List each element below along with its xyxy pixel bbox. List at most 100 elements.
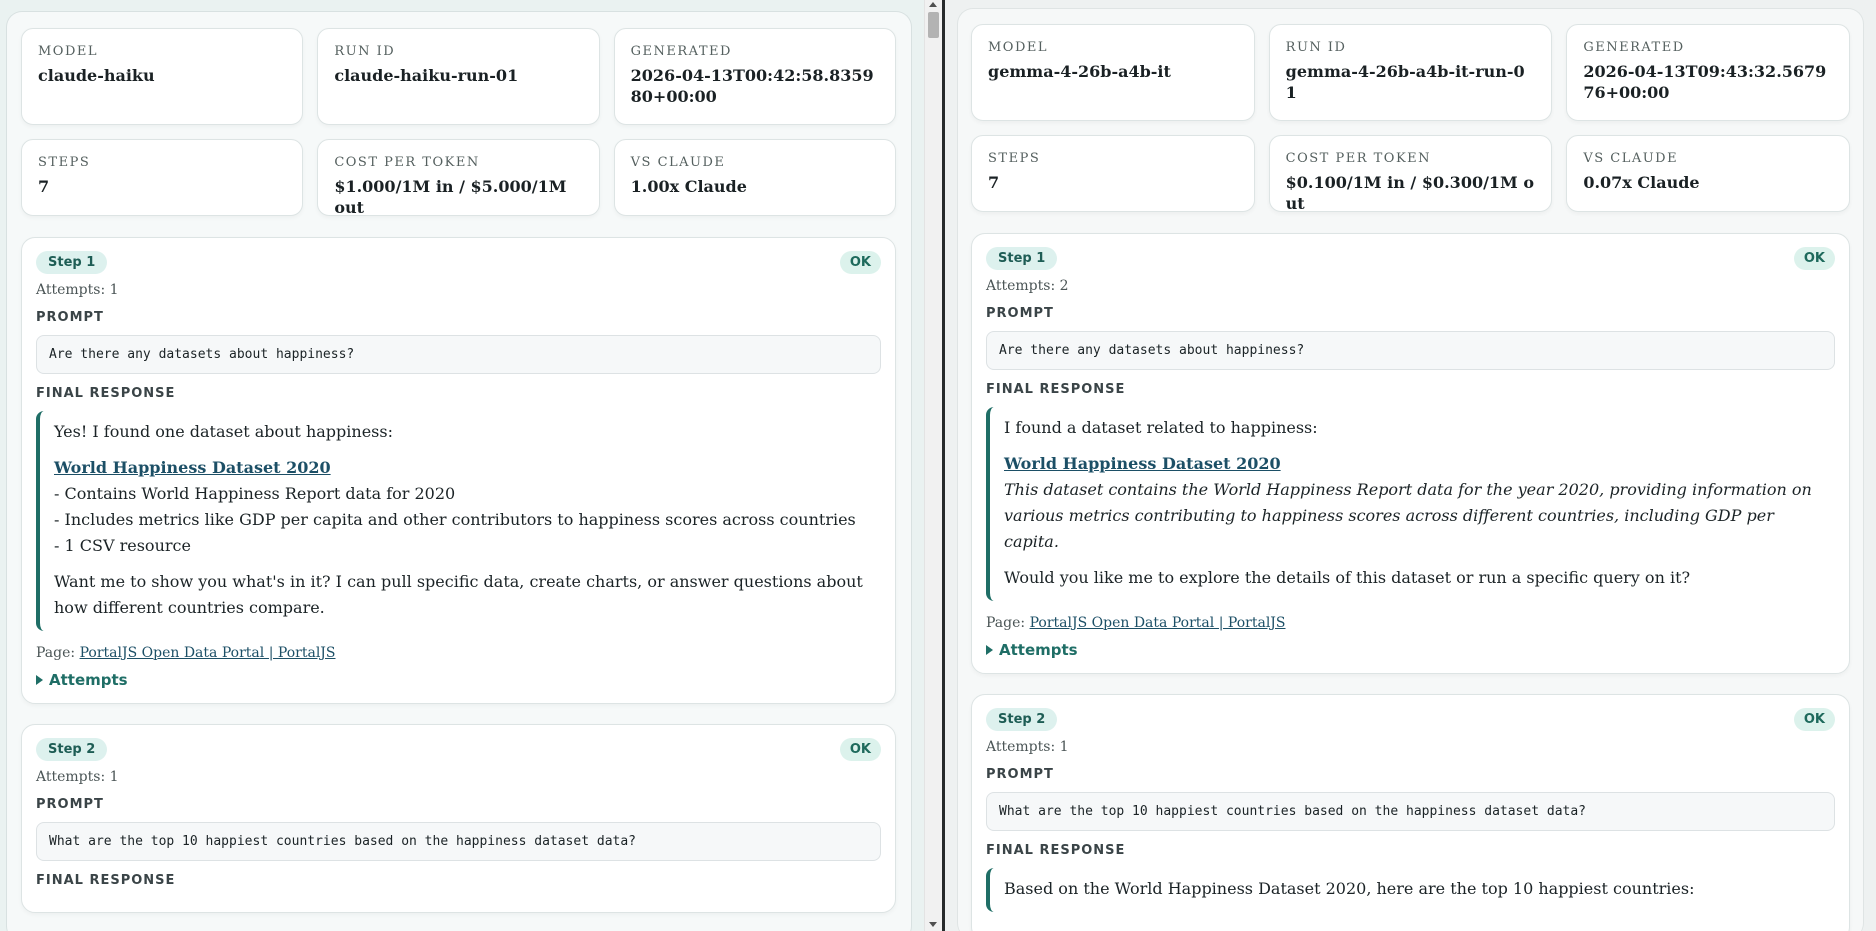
prompt-box: Are there any datasets about happiness? [36, 335, 881, 374]
run-id-label: RUN ID [334, 44, 396, 59]
run-id-label: RUN ID [1285, 40, 1347, 55]
generated-label: GENERATED [1583, 40, 1685, 55]
response-text: Based on the World Happiness Dataset 202… [1004, 879, 1695, 898]
vs-claude-label: VS CLAUDE [1583, 151, 1679, 166]
final-response-label: FINAL RESPONSE [36, 386, 176, 401]
vs-claude-card: VS CLAUDE 1.00x Claude [613, 139, 896, 216]
status-badge: OK [839, 250, 881, 274]
steps-card: STEPS 7 [971, 135, 1255, 212]
run-id-card: RUN ID gemma-4-26b-a4b-it-run-01 [1268, 24, 1553, 121]
attempts-count: Attempts: 1 [986, 739, 1069, 755]
right-meta-grid: MODEL gemma-4-26b-a4b-it RUN ID gemma-4-… [971, 24, 1850, 213]
prompt-box: What are the top 10 happiest countries b… [36, 822, 881, 861]
model-value: claude-haiku [38, 66, 155, 85]
vs-claude-value: 1.00x Claude [630, 177, 747, 196]
step-card: Step 2 OK Attempts: 1 PROMPT What are th… [21, 724, 896, 913]
steps-value: 7 [38, 177, 50, 196]
vs-claude-card: VS CLAUDE 0.07x Claude [1566, 135, 1850, 212]
attempts-toggle[interactable]: Attempts [36, 671, 881, 689]
scroll-down-icon[interactable] [929, 922, 937, 927]
attempts-toggle[interactable]: Attempts [986, 641, 1835, 659]
prompt-label: PROMPT [986, 306, 1054, 321]
page-prefix: Page: [986, 615, 1026, 631]
status-badge: OK [839, 737, 881, 761]
steps-value: 7 [988, 173, 1000, 192]
attempts-count: Attempts: 1 [36, 282, 119, 298]
final-response: Based on the World Happiness Dataset 202… [986, 868, 1835, 912]
final-response-label: FINAL RESPONSE [986, 382, 1126, 397]
step-pill: Step 2 [36, 737, 108, 761]
page-reference: Page: PortalJS Open Data Portal | Portal… [986, 615, 1835, 631]
scroll-thumb[interactable] [928, 12, 939, 38]
comparison-view: MODEL claude-haiku RUN ID claude-haiku-r… [0, 0, 1876, 931]
run-id-value: gemma-4-26b-a4b-it-run-01 [1285, 62, 1525, 102]
step-card: Step 1 OK Attempts: 2 PROMPT Are there a… [971, 233, 1850, 674]
cost-value: $0.100/1M in / $0.300/1M out [1285, 173, 1535, 213]
prompt-box: Are there any datasets about happiness? [986, 331, 1835, 370]
vs-claude-value: 0.07x Claude [1583, 173, 1700, 192]
response-text: Yes! I found one dataset about happiness… [54, 422, 393, 441]
response-text: Would you like me to explore the details… [1004, 568, 1691, 587]
generated-label: GENERATED [630, 44, 732, 59]
response-text: Want me to show you what's in it? I can … [54, 572, 863, 617]
cost-label: COST PER TOKEN [1285, 151, 1432, 166]
generated-value: 2026-04-13T09:43:32.567976+00:00 [1583, 62, 1827, 102]
prompt-label: PROMPT [36, 310, 104, 325]
left-meta-grid: MODEL claude-haiku RUN ID claude-haiku-r… [21, 28, 896, 217]
steps-label: STEPS [38, 155, 91, 170]
model-label: MODEL [38, 44, 99, 59]
status-badge: OK [1793, 707, 1835, 731]
step-header: Step 2 OK [986, 707, 1835, 731]
cost-label: COST PER TOKEN [334, 155, 480, 170]
step-card: Step 2 OK Attempts: 1 PROMPT What are th… [971, 694, 1850, 931]
triangle-right-icon [986, 645, 993, 655]
attempts-toggle-label: Attempts [999, 641, 1078, 659]
triangle-right-icon [36, 675, 43, 685]
dataset-link[interactable]: World Happiness Dataset 2020 [1004, 454, 1281, 473]
page-reference: Page: PortalJS Open Data Portal | Portal… [36, 645, 881, 661]
model-card: MODEL claude-haiku [21, 28, 304, 125]
step-header: Step 1 OK [986, 246, 1835, 270]
step-pill: Step 1 [36, 250, 108, 274]
attempts-count: Attempts: 1 [36, 769, 119, 785]
step-pill: Step 2 [986, 707, 1058, 731]
page-link[interactable]: PortalJS Open Data Portal | PortalJS [80, 645, 336, 661]
attempts-count: Attempts: 2 [986, 278, 1069, 294]
dataset-link[interactable]: World Happiness Dataset 2020 [54, 458, 331, 477]
model-card: MODEL gemma-4-26b-a4b-it [971, 24, 1255, 121]
prompt-label: PROMPT [36, 797, 104, 812]
run-id-value: claude-haiku-run-01 [334, 66, 519, 85]
generated-card: GENERATED 2026-04-13T09:43:32.567976+00:… [1566, 24, 1850, 121]
prompt-box: What are the top 10 happiest countries b… [986, 792, 1835, 831]
step-pill: Step 1 [986, 246, 1058, 270]
vs-claude-label: VS CLAUDE [630, 155, 726, 170]
final-response: I found a dataset related to happiness: … [986, 407, 1835, 601]
left-run-content: MODEL claude-haiku RUN ID claude-haiku-r… [6, 11, 912, 931]
steps-label: STEPS [988, 151, 1041, 166]
response-bullet: - 1 CSV resource [54, 536, 191, 555]
step-header: Step 1 OK [36, 250, 881, 274]
cost-card: COST PER TOKEN $0.100/1M in / $0.300/1M … [1268, 135, 1553, 213]
page-prefix: Page: [36, 645, 76, 661]
final-response: Yes! I found one dataset about happiness… [36, 411, 881, 631]
cost-value: $1.000/1M in / $5.000/1M out [334, 177, 567, 217]
right-run-content: MODEL gemma-4-26b-a4b-it RUN ID gemma-4-… [957, 8, 1864, 931]
final-response-label: FINAL RESPONSE [36, 873, 176, 888]
status-badge: OK [1793, 246, 1835, 270]
page-link[interactable]: PortalJS Open Data Portal | PortalJS [1030, 615, 1286, 631]
scroll-up-icon[interactable] [929, 2, 937, 7]
response-text: I found a dataset related to happiness: [1004, 418, 1318, 437]
prompt-label: PROMPT [986, 767, 1054, 782]
run-id-card: RUN ID claude-haiku-run-01 [317, 28, 600, 125]
final-response-label: FINAL RESPONSE [986, 843, 1126, 858]
steps-card: STEPS 7 [21, 139, 304, 216]
step-header: Step 2 OK [36, 737, 881, 761]
right-run-pane: MODEL gemma-4-26b-a4b-it RUN ID gemma-4-… [945, 0, 1876, 931]
step-card: Step 1 OK Attempts: 1 PROMPT Are there a… [21, 237, 896, 704]
attempts-toggle-label: Attempts [49, 671, 128, 689]
left-run-pane: MODEL claude-haiku RUN ID claude-haiku-r… [0, 0, 924, 931]
response-bullet: - Contains World Happiness Report data f… [54, 484, 456, 503]
model-value: gemma-4-26b-a4b-it [988, 62, 1171, 81]
response-bullet: - Includes metrics like GDP per capita a… [54, 510, 856, 529]
left-scrollbar[interactable] [924, 0, 942, 931]
